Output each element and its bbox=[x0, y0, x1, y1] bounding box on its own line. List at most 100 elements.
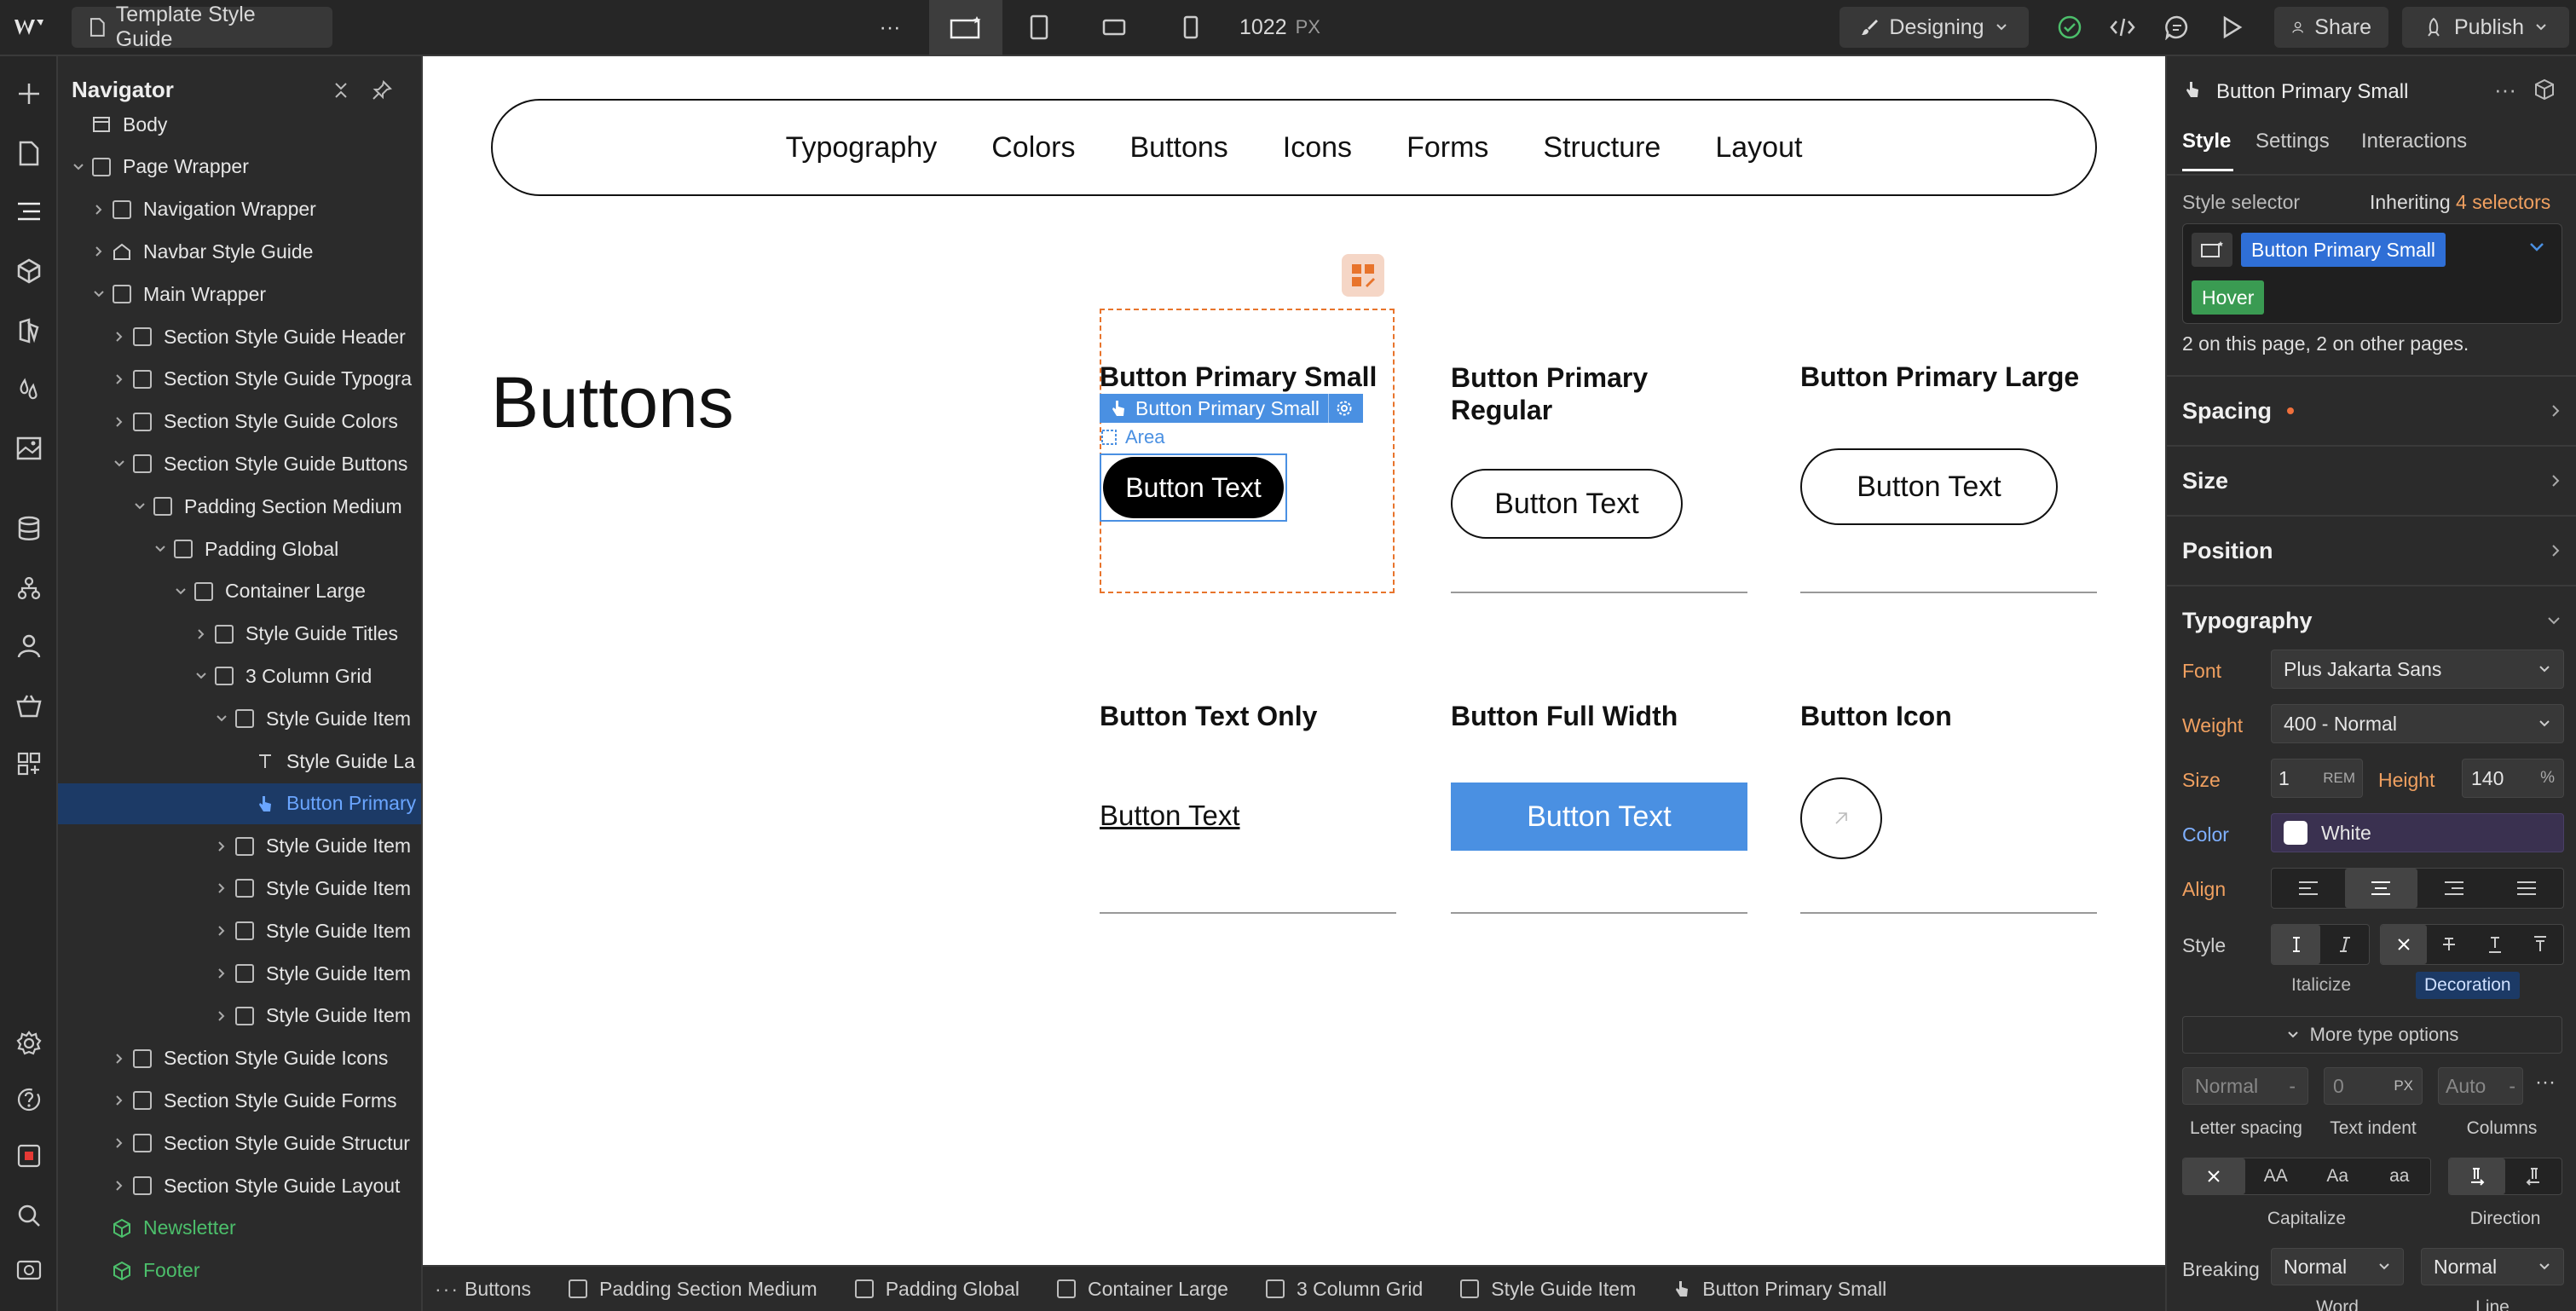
breadcrumb-item-current[interactable]: Button Primary Small bbox=[1655, 1278, 1905, 1301]
navigator-item[interactable]: Section Style Guide Forms bbox=[58, 1080, 421, 1121]
chevron-right-icon[interactable] bbox=[113, 415, 130, 429]
selector-field[interactable]: Button Primary Small Hover bbox=[2182, 223, 2562, 324]
capitalize-none-icon[interactable] bbox=[2183, 1158, 2245, 1194]
navigator-item[interactable]: Style Guide Item bbox=[58, 953, 421, 994]
align-justify-icon[interactable] bbox=[2491, 869, 2564, 908]
tab-settings[interactable]: Settings bbox=[2255, 130, 2330, 153]
button-icon[interactable] bbox=[1800, 777, 1882, 859]
class-chip[interactable]: Button Primary Small bbox=[2241, 233, 2446, 267]
chevron-down-icon[interactable] bbox=[215, 712, 232, 725]
chevron-down-icon[interactable] bbox=[2527, 238, 2546, 257]
size-input[interactable]: 1 REM bbox=[2271, 759, 2363, 798]
navigator-item[interactable]: Section Style Guide Colors bbox=[58, 401, 421, 442]
line-height-input[interactable]: 140 % bbox=[2462, 759, 2564, 798]
columns-input[interactable]: Auto - bbox=[2438, 1067, 2523, 1105]
chevron-right-icon[interactable] bbox=[113, 1179, 130, 1193]
navigator-item[interactable]: Style Guide Item bbox=[58, 868, 421, 909]
collapse-all-icon[interactable] bbox=[331, 80, 351, 101]
navigator-item[interactable]: Padding Global bbox=[58, 528, 421, 569]
cms-icon[interactable] bbox=[12, 511, 46, 546]
navigator-item[interactable]: Style Guide Item bbox=[58, 996, 421, 1037]
chevron-right-icon[interactable] bbox=[113, 373, 130, 386]
search-icon[interactable] bbox=[12, 1198, 46, 1233]
breadcrumb-more-icon[interactable]: ··· bbox=[423, 1278, 459, 1301]
underline-icon[interactable] bbox=[2472, 925, 2518, 964]
chevron-down-icon[interactable] bbox=[174, 585, 191, 598]
button-text-only[interactable]: Button Text bbox=[1100, 800, 1240, 832]
weight-select[interactable]: 400 - Normal bbox=[2271, 704, 2564, 743]
element-more-icon[interactable]: ··· bbox=[2494, 77, 2516, 103]
add-element-icon[interactable] bbox=[12, 77, 46, 111]
desktop-breakpoint-button[interactable] bbox=[929, 0, 1002, 56]
nav-link-typography[interactable]: Typography bbox=[786, 131, 938, 165]
preview-play-icon[interactable] bbox=[2211, 7, 2252, 48]
navigator-item[interactable]: Page Wrapper bbox=[58, 147, 421, 188]
capitalize-control[interactable]: AA Aa aa bbox=[2182, 1158, 2431, 1195]
section-position[interactable]: Position bbox=[2167, 515, 2576, 585]
word-break-select[interactable]: Normal bbox=[2271, 1248, 2404, 1285]
mobile-landscape-breakpoint-button[interactable] bbox=[1077, 7, 1151, 48]
line-break-select[interactable]: Normal bbox=[2421, 1248, 2564, 1285]
italic-off-icon[interactable] bbox=[2272, 925, 2320, 964]
direction-control[interactable] bbox=[2448, 1158, 2562, 1195]
tab-style[interactable]: Style bbox=[2182, 130, 2231, 153]
color-picker-field[interactable]: White bbox=[2271, 813, 2564, 852]
code-icon[interactable] bbox=[2102, 7, 2143, 48]
help-icon[interactable] bbox=[12, 1083, 46, 1117]
italic-control[interactable] bbox=[2271, 924, 2370, 965]
navigator-item[interactable]: Padding Section Medium bbox=[58, 486, 421, 527]
nav-link-colors[interactable]: Colors bbox=[991, 131, 1075, 165]
breadcrumb-item[interactable]: Style Guide Item bbox=[1441, 1278, 1655, 1301]
navigator-item[interactable]: Main Wrapper bbox=[58, 274, 421, 315]
webflow-logo-icon[interactable] bbox=[7, 7, 51, 48]
navigator-item[interactable]: Navigation Wrapper bbox=[58, 189, 421, 230]
navigator-item[interactable]: Section Style Guide Layout bbox=[58, 1165, 421, 1206]
breadcrumb-item[interactable]: Padding Global bbox=[836, 1278, 1038, 1301]
chevron-right-icon[interactable] bbox=[215, 1009, 232, 1023]
navigator-item[interactable]: Navbar Style Guide bbox=[58, 231, 421, 272]
align-left-icon[interactable] bbox=[2272, 869, 2345, 908]
navigator-item[interactable]: Style Guide Item bbox=[58, 826, 421, 867]
chevron-right-icon[interactable] bbox=[215, 840, 232, 853]
page-switcher[interactable]: Template Style Guide bbox=[72, 3, 332, 51]
edit-component-icon[interactable] bbox=[1342, 254, 1384, 297]
chevron-right-icon[interactable] bbox=[113, 1094, 130, 1107]
video-tutorials-icon[interactable] bbox=[12, 1253, 46, 1287]
navigator-item[interactable]: Section Style Guide Header bbox=[58, 316, 421, 357]
button-primary-large[interactable]: Button Text bbox=[1800, 448, 2058, 525]
assets-icon[interactable] bbox=[12, 431, 46, 465]
chevron-down-icon[interactable] bbox=[194, 669, 211, 683]
section-size[interactable]: Size bbox=[2167, 445, 2576, 515]
chevron-right-icon[interactable] bbox=[92, 203, 109, 217]
nav-link-buttons[interactable]: Buttons bbox=[1129, 131, 1227, 165]
text-decoration-control[interactable] bbox=[2380, 924, 2564, 965]
navigator-item[interactable]: 3 Column Grid bbox=[58, 656, 421, 696]
publish-status-check-icon[interactable] bbox=[2049, 7, 2090, 48]
navigator-item[interactable]: Section Style Guide Structur bbox=[58, 1123, 421, 1164]
capitalize-option[interactable]: Aa bbox=[2307, 1158, 2369, 1194]
chevron-right-icon[interactable] bbox=[113, 1052, 130, 1066]
variables-icon[interactable] bbox=[12, 372, 46, 406]
italic-on-icon[interactable] bbox=[2320, 925, 2369, 964]
rtl-icon[interactable] bbox=[2505, 1158, 2562, 1194]
inheriting-info[interactable]: Inheriting 4 selectors bbox=[2370, 191, 2550, 214]
chevron-right-icon[interactable] bbox=[215, 881, 232, 895]
navigator-item[interactable]: Section Style Guide Icons bbox=[58, 1038, 421, 1079]
chevron-down-icon[interactable] bbox=[113, 457, 130, 471]
ltr-icon[interactable] bbox=[2449, 1158, 2505, 1194]
pages-icon[interactable] bbox=[12, 136, 46, 170]
section-typography[interactable]: Typography bbox=[2167, 585, 2576, 655]
more-options-button[interactable]: ··· bbox=[868, 7, 912, 48]
uppercase-option[interactable]: AA bbox=[2245, 1158, 2307, 1194]
share-button[interactable]: Share bbox=[2274, 7, 2388, 48]
component-cube-icon[interactable] bbox=[2533, 78, 2556, 101]
navigator-item[interactable]: Newsletter bbox=[58, 1208, 421, 1249]
breadcrumb-item[interactable]: Container Large bbox=[1038, 1278, 1247, 1301]
chevron-right-icon[interactable] bbox=[215, 924, 232, 938]
chevron-right-icon[interactable] bbox=[194, 627, 211, 641]
strikethrough-icon[interactable] bbox=[2427, 925, 2473, 964]
publish-button[interactable]: Publish bbox=[2402, 7, 2569, 48]
components-icon[interactable] bbox=[12, 254, 46, 288]
navigator-item[interactable]: Style Guide Item bbox=[58, 698, 421, 739]
section-spacing[interactable]: Spacing bbox=[2167, 375, 2576, 445]
